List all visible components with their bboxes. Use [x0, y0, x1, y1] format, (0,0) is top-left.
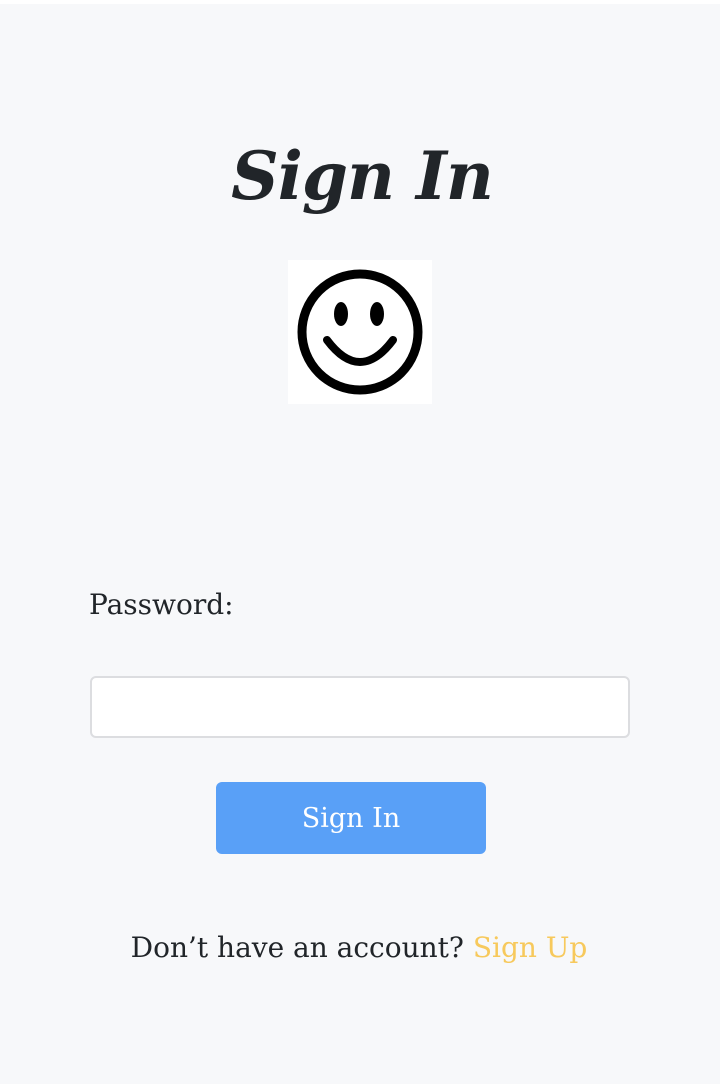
- signup-prompt-text: Don’t have an account?: [130, 931, 464, 964]
- page-title: Sign In: [231, 137, 494, 216]
- avatar: [288, 260, 432, 404]
- sign-in-page: Sign In Password: Sign In Don’t have an …: [0, 4, 720, 1084]
- sign-in-button[interactable]: Sign In: [216, 782, 486, 854]
- signup-prompt: Don’t have an account? Sign Up: [0, 928, 718, 968]
- sign-up-link[interactable]: Sign Up: [473, 931, 588, 964]
- password-label: Password:: [89, 588, 234, 621]
- smiley-face-icon: [297, 269, 423, 395]
- password-input[interactable]: [90, 676, 630, 738]
